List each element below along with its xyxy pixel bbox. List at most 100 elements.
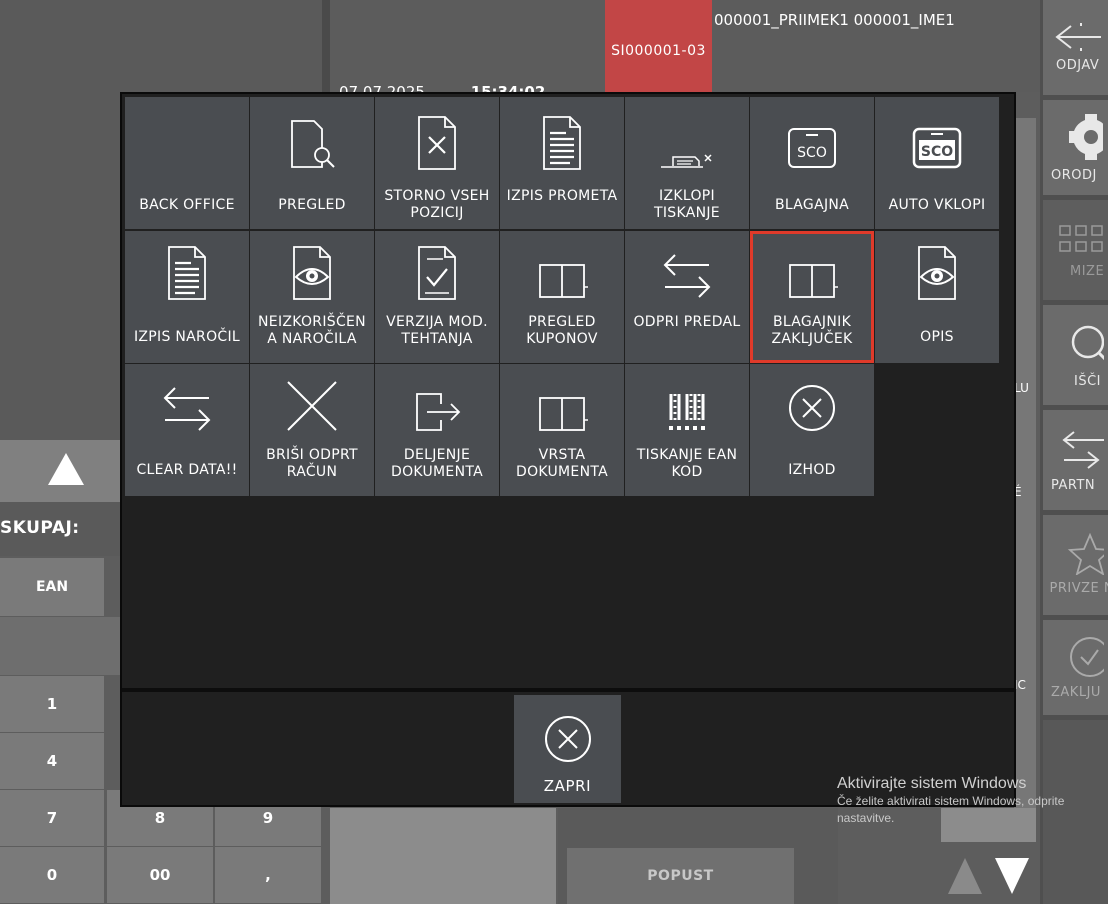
tile-tiskanje-ean-kod[interactable]: TISKANJE EAN KOD [625,364,749,496]
tile-izpis-narocil[interactable]: IZPIS NAROČIL [125,231,249,363]
tile-clear-data[interactable]: CLEAR DATA!! [125,364,249,496]
tile-opis[interactable]: OPIS [875,231,999,363]
tile-auto-vklopi-label: AUTO VKLOPI [888,197,986,213]
windows-activation-title: Aktivirajte sistem Windows [837,775,1027,792]
tools-menu-modal: BACK OFFICE PREGLED STORNO VSEH POZICIJ … [120,92,1016,807]
sidebar-partner-button[interactable]: PARTN [1043,410,1108,510]
svg-text:SCO: SCO [921,144,953,160]
tile-odpri-predal-label: ODPRI PREDAL [633,314,741,330]
close-button-label: ZAPRI [543,777,592,795]
search-icon [1071,325,1104,360]
drawer-icon [539,264,588,298]
grid-icon [1058,224,1103,252]
document-number-badge[interactable]: SI000001-03 [605,0,712,92]
document-lines-icon [168,246,206,300]
swap-arrows-icon [163,387,211,431]
customer-name: 000001_PRIIMEK1 000001_IME1 [714,11,955,29]
svg-text:SCO: SCO [797,145,827,161]
tile-opis-label: OPIS [920,329,954,345]
scroll-up-small-button[interactable] [948,858,982,894]
tile-vrsta-dokumenta[interactable]: VRSTA DOKUMENTA [500,364,624,496]
tile-izhod[interactable]: IZHOD [750,364,874,496]
tile-blagajnik-zakljucek-label: BLAGAJNIK ZAKLJUČEK [771,314,853,347]
windows-activation-notice: Aktivirajte sistem Windows Če želite akt… [837,775,1102,827]
sidebar-search-label: IŠČI [1074,373,1101,389]
tile-vrsta-label: VRSTA DOKUMENTA [516,447,608,480]
tile-storno-vseh-pozicij[interactable]: STORNO VSEH POZICIJ [375,97,499,229]
tile-izpis-prometa[interactable]: IZPIS PROMETA [500,97,624,229]
scroll-up-button[interactable] [48,453,84,485]
sidebar-logout-button[interactable]: ODJAV [1043,0,1108,95]
tile-back-office-label: BACK OFFICE [139,197,235,213]
sidebar-takeover-label: PRIVZE NP [1049,581,1108,596]
numpad-key-comma[interactable]: , [215,847,321,903]
cross-icon [287,381,337,431]
numpad-key-0[interactable]: 0 [0,847,104,903]
tile-izhod-label: IZHOD [788,462,836,478]
sidebar-close-button[interactable]: ZAKLJU [1043,620,1108,715]
tile-izklopi-tiskanje[interactable]: IZKLOPI TISKANJE [625,97,749,229]
sidebar-tables-button[interactable]: MIZE [1043,200,1108,300]
logout-icon [1054,23,1101,51]
numpad-key-00[interactable]: 00 [107,847,213,903]
discount-button[interactable]: POPUST [567,848,794,904]
tile-blagajna-label: BLAGAJNA [774,197,850,213]
star-icon [1067,533,1104,575]
sidebar-tools-button[interactable]: ORODJ [1043,100,1108,195]
tile-brisi-odprt-racun[interactable]: BRIŠI ODPRT RAČUN [250,364,374,496]
sidebar-search-button[interactable]: IŠČI [1043,305,1108,405]
sco-bold-icon: SCO [912,127,962,169]
document-eye-icon [918,246,956,300]
export-icon [416,393,461,431]
drawer-icon [539,397,588,431]
tile-izpis-narocil-label: IZPIS NAROČIL [133,329,241,345]
tile-deljenje-label: DELJENJE DOKUMENTA [391,447,483,480]
tile-verzija-mod-tehtanja[interactable]: VERZIJA MOD. TEHTANJA [375,231,499,363]
windows-activation-subtitle: Če želite aktivirati sistem Windows, odp… [837,794,1065,825]
sidebar-partner-label: PARTN [1051,477,1096,493]
tile-tiskanje-ean-label: TISKANJE EAN KOD [636,447,738,480]
total-label: SKUPAJ: [0,518,80,538]
sidebar-logout-label: ODJAV [1056,58,1100,73]
numpad-key-4[interactable]: 4 [0,733,104,789]
document-lines-icon [543,116,581,170]
tile-neizkorisceni-narocila[interactable]: NEIZKORIŠČEN A NAROČILA [250,231,374,363]
tile-brisi-label: BRIŠI ODPRT RAČUN [266,447,358,480]
document-search-icon [291,120,335,168]
document-eye-icon [293,246,331,300]
background-divider [322,0,330,92]
tile-pregled[interactable]: PREGLED [250,97,374,229]
close-button[interactable]: ZAPRI [514,695,621,803]
input-area [0,617,134,675]
side-label-e: É [1014,485,1022,499]
tile-deljenje-dokumenta[interactable]: DELJENJE DOKUMENTA [375,364,499,496]
tile-blagajnik-zakljucek[interactable]: BLAGAJNIK ZAKLJUČEK [750,231,874,363]
tile-storno-label: STORNO VSEH POZICIJ [384,188,490,221]
tile-verzija-label: VERZIJA MOD. TEHTANJA [386,314,488,347]
sidebar-tools-label: ORODJ [1051,168,1097,183]
numpad-key-1[interactable]: 1 [0,676,104,732]
tile-odpri-predal[interactable]: ODPRI PREDAL [625,231,749,363]
tile-clear-data-label: CLEAR DATA!! [136,462,238,478]
scroll-down-button[interactable] [995,858,1029,894]
tile-auto-vklopi[interactable]: SCO AUTO VKLOPI [875,97,999,229]
tile-back-office[interactable]: BACK OFFICE [125,97,249,229]
sidebar-takeover-button[interactable]: PRIVZE NP [1043,515,1108,615]
document-check-icon [418,246,456,300]
gear-icon [1068,114,1103,160]
tile-blagajna[interactable]: SCO BLAGAJNA [750,97,874,229]
tile-pregled-label: PREGLED [278,197,346,213]
right-strip [1014,118,1036,840]
swap-arrows-icon [663,254,711,298]
barcode-icon [669,394,705,430]
numpad-key-7[interactable]: 7 [0,790,104,846]
modal-separator [122,688,1014,692]
document-cancel-icon [418,116,456,170]
bottom-panel-light [330,808,556,904]
sco-icon: SCO [788,128,836,168]
tile-pregled-kuponov[interactable]: PREGLED KUPONOV [500,231,624,363]
side-label-lu: LU [1014,381,1029,395]
ean-button[interactable]: EAN [0,558,104,616]
check-circle-icon [1069,637,1104,677]
printer-off-icon [661,154,712,168]
